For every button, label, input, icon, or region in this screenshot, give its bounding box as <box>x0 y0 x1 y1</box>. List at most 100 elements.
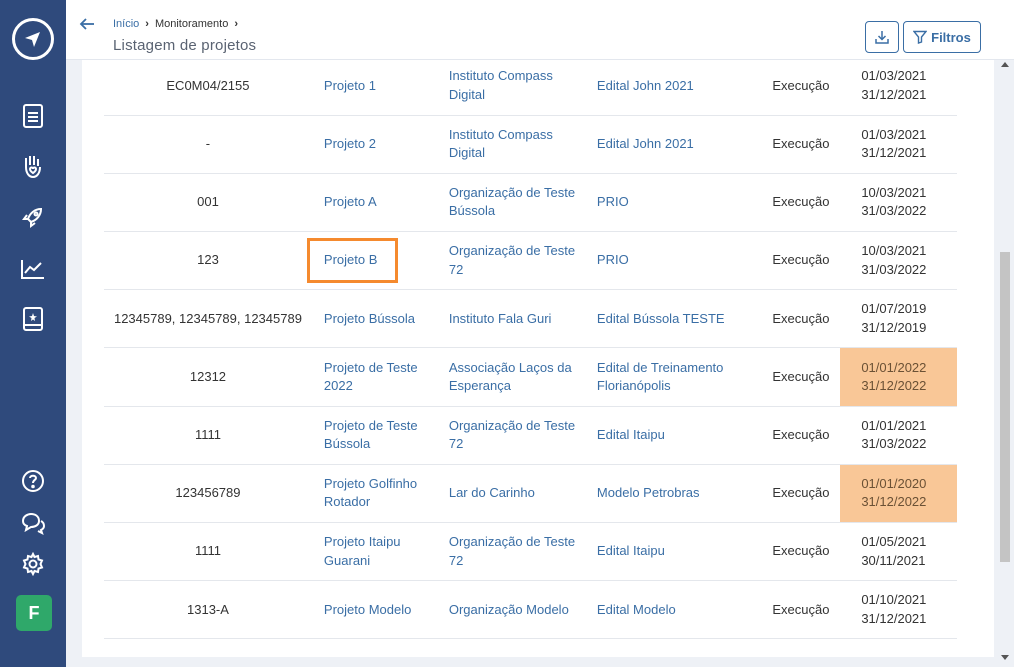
cell-project-link[interactable]: Projeto B <box>306 231 449 291</box>
scrollbar[interactable] <box>1000 62 1010 660</box>
end-date: 31/03/2022 <box>861 261 927 277</box>
breadcrumb-home[interactable]: Início <box>113 18 139 30</box>
table-row[interactable]: 1111 Projeto de Teste Bússola Organização … <box>104 406 957 465</box>
end-date: 31/12/2022 <box>861 494 927 510</box>
cell-status: Execução <box>772 347 841 407</box>
cell-organization-link[interactable]: Organização de Teste Bússola <box>448 173 597 233</box>
cell-project-link[interactable]: Projeto de Teste 2022 <box>311 347 449 407</box>
project-link[interactable]: Projeto de Teste Bússola <box>324 418 418 452</box>
cell-status: Execução <box>772 522 841 582</box>
hand-heart-icon[interactable] <box>20 153 46 179</box>
cell-dates: 01/07/2019 31/12/2019 <box>840 289 957 349</box>
table-row[interactable]: 001 Projeto A Organização de Teste Bússola… <box>104 173 957 233</box>
cell-edital-link[interactable]: Edital John 2021 <box>596 60 773 116</box>
cell-edital-link[interactable]: Edital Itaipu <box>596 522 773 582</box>
cell-project-link[interactable]: Projeto de Teste Bússola <box>311 406 449 465</box>
cell-organization-link[interactable]: Associação Laços da Esperança <box>448 347 597 407</box>
start-date: 01/01/2022 <box>861 359 927 375</box>
cell-organization-link[interactable]: Instituto Compass Digital <box>448 60 597 116</box>
cell-status: Execução <box>772 406 841 465</box>
cell-edital-link[interactable]: Edital Modelo <box>596 580 773 640</box>
end-date: 31/03/2022 <box>861 203 927 219</box>
cell-status: Execução <box>772 115 841 174</box>
cell-project-link[interactable]: Projeto 1 <box>311 60 449 116</box>
back-arrow-icon[interactable] <box>78 15 96 33</box>
cell-organization-link[interactable]: Organização Modelo <box>448 580 597 640</box>
help-icon[interactable] <box>20 468 46 494</box>
cell-project-link[interactable]: Projeto 2 <box>311 115 449 174</box>
table-row[interactable]: - Projeto 2 Instituto Compass Digital Edita… <box>104 115 957 174</box>
gear-icon[interactable] <box>20 551 46 577</box>
cell-dates: 01/05/2021 30/11/2021 <box>840 522 957 582</box>
filter-icon <box>913 30 928 44</box>
cell-dates: 01/03/2021 31/12/2021 <box>840 115 957 174</box>
download-button[interactable] <box>865 21 899 53</box>
scroll-down-arrow-icon[interactable] <box>1001 655 1009 660</box>
start-date: 01/03/2021 <box>861 126 927 142</box>
table-row[interactable]: 1313-A Projeto Modelo Organização Modelo Ed… <box>104 580 957 640</box>
chart-icon[interactable] <box>20 256 46 282</box>
cell-edital-link[interactable]: Edital Itaipu <box>596 406 773 465</box>
cell-status: Execução <box>772 289 841 349</box>
project-link[interactable]: Projeto 2 <box>324 136 376 151</box>
cell-organization-link[interactable]: Organização de Teste 72 <box>448 522 597 582</box>
cell-project-link[interactable]: Projeto Bússola <box>311 289 449 349</box>
cell-organization-link[interactable]: Instituto Fala Guri <box>448 289 597 349</box>
table-row[interactable]: 12312 Projeto de Teste 2022 Associação Laç… <box>104 347 957 407</box>
project-link[interactable]: Projeto Golfinho Rotador <box>324 476 417 510</box>
cell-organization-link[interactable]: Organização de Teste 72 <box>448 231 597 291</box>
header: Início › Monitoramento › Listagem de pro… <box>66 0 1014 60</box>
table-row[interactable]: 123456789 Projeto Golfinho Rotador Lar do … <box>104 464 957 524</box>
cell-dates: 10/03/2021 31/03/2022 <box>840 231 957 291</box>
table-row[interactable]: 123 Projeto B Organização de Teste 72 PRIO E… <box>104 231 957 291</box>
table-row[interactable]: 1111 Projeto Itaipu Guarani Organização de… <box>104 522 957 582</box>
scrollbar-thumb[interactable] <box>1000 252 1010 562</box>
project-link[interactable]: Projeto Modelo <box>324 602 411 617</box>
cell-edital-link[interactable]: Edital de Treinamento Florianópolis <box>596 347 773 407</box>
end-date: 31/12/2019 <box>861 319 927 335</box>
cell-code: 12312 <box>104 347 312 407</box>
project-link[interactable]: Projeto de Teste 2022 <box>324 360 418 394</box>
breadcrumb-current[interactable]: Monitoramento <box>155 18 228 30</box>
start-date: 01/10/2021 <box>861 592 927 608</box>
cell-status: Execução <box>772 580 841 640</box>
start-date: 10/03/2021 <box>861 243 927 259</box>
cell-dates: 01/01/2020 31/12/2022 <box>840 464 957 524</box>
cell-code: 12345789, 12345789, 12345789 <box>104 289 312 349</box>
cell-project-link[interactable]: Projeto Modelo <box>311 580 449 640</box>
cell-code: 1111 <box>104 406 312 465</box>
rocket-icon[interactable] <box>20 204 46 230</box>
cell-project-link[interactable]: Projeto Itaipu Guarani <box>311 522 449 582</box>
cell-status: Execução <box>772 231 841 291</box>
cell-organization-link[interactable]: Lar do Carinho <box>448 464 597 524</box>
cell-edital-link[interactable]: Modelo Petrobras <box>596 464 773 524</box>
cell-organization-link[interactable]: Organização de Teste 72 <box>448 406 597 465</box>
project-link[interactable]: Projeto Itaipu Guarani <box>324 534 401 568</box>
cell-edital-link[interactable]: Edital John 2021 <box>596 115 773 174</box>
end-date: 31/03/2022 <box>861 436 927 452</box>
document-icon[interactable] <box>20 103 46 129</box>
project-link[interactable]: Projeto 1 <box>324 78 376 93</box>
cell-project-link[interactable]: Projeto Golfinho Rotador <box>311 464 449 524</box>
cell-dates: 01/10/2021 31/12/2021 <box>840 580 957 640</box>
cell-status: Execução <box>772 464 841 524</box>
cell-project-link[interactable]: Projeto A <box>311 173 449 233</box>
filter-button[interactable]: Filtros <box>903 21 981 53</box>
book-icon[interactable] <box>20 306 46 332</box>
chevron-right-icon: › <box>145 18 149 30</box>
project-link[interactable]: Projeto Bússola <box>324 311 415 326</box>
cell-code: EC0M04/2155 <box>104 60 312 116</box>
scroll-up-arrow-icon[interactable] <box>1001 62 1009 67</box>
download-icon <box>875 31 889 44</box>
cell-code: 123 <box>104 231 312 291</box>
avatar[interactable]: F <box>16 595 52 631</box>
logo-icon[interactable] <box>12 18 54 60</box>
table-row[interactable]: EC0M04/2155 Projeto 1 Instituto Compass Di… <box>104 60 957 116</box>
project-link[interactable]: Projeto A <box>324 194 377 209</box>
chat-icon[interactable] <box>20 510 46 536</box>
cell-edital-link[interactable]: PRIO <box>596 173 773 233</box>
table-row[interactable]: 12345789, 12345789, 12345789 Projeto Búss… <box>104 289 957 349</box>
cell-edital-link[interactable]: PRIO <box>596 231 773 291</box>
cell-edital-link[interactable]: Edital Bússola TESTE <box>596 289 773 349</box>
cell-organization-link[interactable]: Instituto Compass Digital <box>448 115 597 174</box>
